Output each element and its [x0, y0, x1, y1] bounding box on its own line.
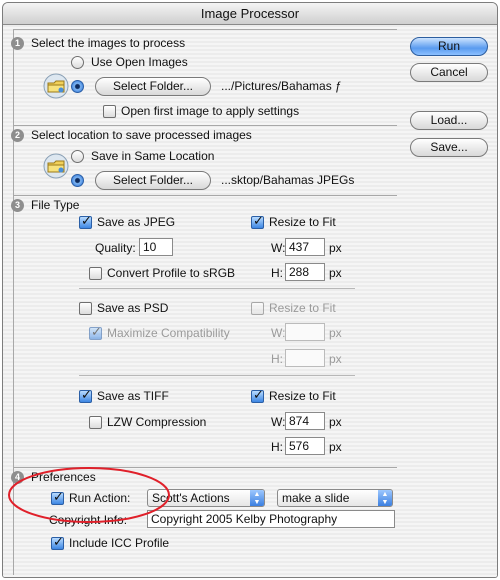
jpeg-quality-field[interactable]: 10 — [139, 238, 173, 256]
checkmark-icon: ✓ — [253, 387, 264, 402]
cancel-button[interactable]: Cancel — [410, 63, 488, 82]
psd-resize-checkbox[interactable] — [251, 302, 264, 315]
psd-height-unit: px — [329, 352, 342, 366]
step-number-3: 3 — [11, 199, 24, 212]
section3-heading: File Type — [31, 198, 80, 212]
annotation-circle — [8, 467, 170, 523]
maximize-compatibility-label: Maximize Compatibility — [107, 326, 230, 340]
checkmark-icon: ✓ — [91, 324, 102, 339]
jpeg-resize-checkbox[interactable]: ✓ — [251, 213, 264, 229]
use-open-images-radio[interactable] — [71, 56, 84, 69]
jpeg-resize-label: Resize to Fit — [269, 215, 336, 229]
include-icc-checkbox[interactable]: ✓ — [51, 534, 64, 550]
tiff-height-label: H: — [271, 440, 283, 454]
jpeg-height-field[interactable]: 288 — [285, 263, 325, 281]
divider — [79, 288, 355, 289]
save-as-jpeg-label: Save as JPEG — [97, 215, 176, 229]
step-number-2: 2 — [11, 129, 24, 142]
psd-height-label: H: — [271, 352, 283, 366]
jpeg-width-field[interactable]: 437 — [285, 238, 325, 256]
tiff-resize-checkbox[interactable]: ✓ — [251, 387, 264, 403]
divider — [79, 375, 355, 376]
jpeg-quality-label: Quality: — [95, 241, 136, 255]
copyright-field[interactable]: Copyright 2005 Kelby Photography — [147, 510, 395, 528]
jpeg-width-unit: px — [329, 241, 342, 255]
folder-icon — [43, 153, 69, 179]
psd-width-unit: px — [329, 326, 342, 340]
psd-width-field[interactable] — [285, 323, 325, 341]
maximize-compatibility-checkbox[interactable]: ✓ — [89, 324, 102, 340]
image-processor-dialog: Image Processor 1 Select the images to p… — [2, 2, 498, 578]
save-as-tiff-checkbox[interactable]: ✓ — [79, 387, 92, 403]
step-number-1: 1 — [11, 37, 24, 50]
save-same-location-radio[interactable] — [71, 150, 84, 163]
save-as-psd-checkbox[interactable] — [79, 302, 92, 315]
convert-srgb-label: Convert Profile to sRGB — [107, 266, 236, 280]
convert-srgb-checkbox[interactable] — [89, 267, 102, 280]
action-value: make a slide — [282, 491, 350, 505]
save-as-psd-label: Save as PSD — [97, 301, 169, 315]
checkmark-icon: ✓ — [81, 387, 92, 402]
load-button[interactable]: Load... — [410, 111, 488, 130]
checkmark-icon: ✓ — [53, 534, 64, 549]
psd-width-label: W: — [271, 326, 286, 340]
source-folder-path: .../Pictures/Bahamas ƒ — [221, 79, 342, 93]
select-folder-radio[interactable] — [71, 80, 84, 93]
jpeg-width-label: W: — [271, 241, 286, 255]
popup-arrows-icon: ▲ ▼ — [378, 490, 392, 506]
destination-folder-path: ...sktop/Bahamas JPEGs — [221, 173, 355, 187]
use-open-images-label: Use Open Images — [91, 55, 188, 69]
psd-height-field[interactable] — [285, 349, 325, 367]
tiff-height-field[interactable]: 576 — [285, 437, 325, 455]
tiff-width-unit: px — [329, 415, 342, 429]
save-as-jpeg-checkbox[interactable]: ✓ — [79, 213, 92, 229]
tiff-resize-label: Resize to Fit — [269, 389, 336, 403]
lzw-compression-checkbox[interactable] — [89, 416, 102, 429]
section1-heading: Select the images to process — [31, 36, 186, 50]
save-as-tiff-label: Save as TIFF — [97, 389, 169, 403]
open-first-image-checkbox[interactable] — [103, 105, 116, 118]
jpeg-height-unit: px — [329, 266, 342, 280]
save-same-location-label: Save in Same Location — [91, 149, 215, 163]
window-title: Image Processor — [3, 3, 497, 25]
include-icc-label: Include ICC Profile — [69, 536, 170, 550]
tiff-width-field[interactable]: 874 — [285, 412, 325, 430]
action-select[interactable]: make a slide ▲ ▼ — [277, 489, 393, 507]
select-destination-radio[interactable] — [71, 174, 84, 187]
tiff-width-label: W: — [271, 415, 286, 429]
checkmark-icon: ✓ — [253, 213, 264, 228]
run-button[interactable]: Run — [410, 37, 488, 56]
open-first-image-label: Open first image to apply settings — [121, 104, 300, 118]
checkmark-icon: ✓ — [81, 213, 92, 228]
select-destination-folder-button[interactable]: Select Folder... — [95, 171, 211, 190]
jpeg-height-label: H: — [271, 266, 283, 280]
popup-arrows-icon: ▲ ▼ — [250, 490, 264, 506]
tiff-height-unit: px — [329, 440, 342, 454]
select-source-folder-button[interactable]: Select Folder... — [95, 77, 211, 96]
lzw-compression-label: LZW Compression — [107, 415, 207, 429]
folder-icon — [43, 73, 69, 99]
save-settings-button[interactable]: Save... — [410, 138, 488, 157]
section2-heading: Select location to save processed images — [31, 128, 252, 142]
psd-resize-label: Resize to Fit — [269, 301, 336, 315]
